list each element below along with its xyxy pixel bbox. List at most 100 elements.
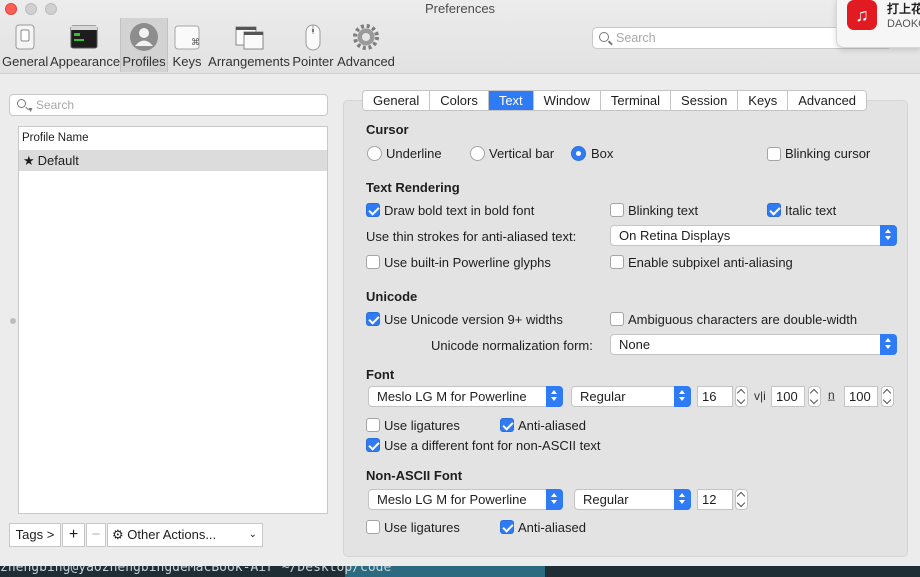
add-profile-button[interactable]: + xyxy=(62,523,85,547)
toolbar-pointer-label: Pointer xyxy=(292,54,334,69)
vertical-spacing-stepper[interactable] xyxy=(808,386,821,407)
general-switch-icon xyxy=(15,24,35,50)
box-radio[interactable] xyxy=(571,146,586,161)
toolbar-keys-label: Keys xyxy=(172,54,202,69)
profile-table: Profile Name ★ Default xyxy=(18,126,328,514)
draw-bold-checkbox[interactable] xyxy=(366,203,380,217)
default-star-icon: ★ xyxy=(23,153,35,168)
underline-radio[interactable] xyxy=(367,146,382,161)
remove-profile-button[interactable]: − xyxy=(86,523,106,547)
other-actions-label: Other Actions... xyxy=(127,527,217,542)
unicode-section-title: Unicode xyxy=(366,289,418,304)
notification-subtitle: DAOKO xyxy=(887,18,920,30)
tab-general[interactable]: General xyxy=(363,91,431,110)
advanced-gear-icon xyxy=(353,24,379,50)
toolbar-profiles[interactable]: Profiles xyxy=(120,18,168,72)
subpixel-aa-checkbox[interactable] xyxy=(610,255,624,269)
non-ascii-ligatures-label: Use ligatures xyxy=(384,520,460,535)
tab-session[interactable]: Session xyxy=(671,91,739,110)
toolbar-advanced-label: Advanced xyxy=(337,54,395,69)
other-actions-popup[interactable]: ⚙ Other Actions... ⌄ xyxy=(107,523,263,547)
blinking-text-label: Blinking text xyxy=(628,203,699,218)
thin-strokes-label: Use thin strokes for anti-aliased text: xyxy=(366,229,577,244)
font-style-popup[interactable]: Regular xyxy=(571,386,691,407)
font-size-stepper[interactable] xyxy=(735,386,748,407)
normalization-popup[interactable]: None xyxy=(610,334,897,355)
toolbar-pointer[interactable]: Pointer xyxy=(292,18,334,72)
profile-name-column-header[interactable]: Profile Name xyxy=(19,127,327,151)
font-size-field[interactable]: 16 xyxy=(697,386,733,407)
italic-text-checkbox[interactable] xyxy=(767,203,781,217)
non-ascii-font-family-value: Meslo LG M for Powerline xyxy=(377,492,527,507)
non-ascii-anti-aliased-label: Anti-aliased xyxy=(518,520,586,535)
italic-text-label: Italic text xyxy=(785,203,837,218)
split-view-divider-handle[interactable] xyxy=(10,318,16,324)
horizontal-spacing-icon: n̲ xyxy=(828,388,835,402)
appearance-terminal-icon xyxy=(70,25,98,49)
font-anti-aliased-checkbox[interactable] xyxy=(500,418,514,432)
unicode-v9-checkbox[interactable] xyxy=(366,312,380,326)
non-ascii-font-size-stepper[interactable] xyxy=(735,489,748,510)
font-family-popup[interactable]: Meslo LG M for Powerline xyxy=(368,386,563,407)
tab-window[interactable]: Window xyxy=(533,91,601,110)
non-ascii-anti-aliased-checkbox[interactable] xyxy=(500,520,514,534)
popup-arrows-icon xyxy=(880,334,897,355)
powerline-glyphs-checkbox[interactable] xyxy=(366,255,380,269)
font-ligatures-label: Use ligatures xyxy=(384,418,460,433)
vertical-spacing-icon: v|i xyxy=(754,389,766,403)
ambiguous-double-width-checkbox[interactable] xyxy=(610,312,624,326)
horizontal-spacing-stepper[interactable] xyxy=(881,386,894,407)
font-family-value: Meslo LG M for Powerline xyxy=(377,389,527,404)
popup-arrows-icon xyxy=(674,489,691,510)
search-icon xyxy=(17,99,26,108)
thin-strokes-value: On Retina Displays xyxy=(619,228,731,243)
tab-text[interactable]: Text xyxy=(488,91,534,110)
font-ligatures-checkbox[interactable] xyxy=(366,418,380,432)
font-section-title: Font xyxy=(366,367,395,382)
vertical-bar-radio-label: Vertical bar xyxy=(489,146,555,161)
toolbar-profiles-label: Profiles xyxy=(122,54,166,69)
toolbar-advanced[interactable]: Advanced xyxy=(336,18,396,72)
underline-radio-label: Underline xyxy=(386,146,442,161)
toolbar-general[interactable]: General xyxy=(2,18,48,72)
horizontal-spacing-field[interactable]: 100 xyxy=(844,386,878,407)
non-ascii-font-label: Use a different font for non-ASCII text xyxy=(384,438,601,453)
tab-terminal[interactable]: Terminal xyxy=(600,91,672,110)
vertical-spacing-field[interactable]: 100 xyxy=(771,386,805,407)
svg-text:⌘: ⌘ xyxy=(191,38,200,48)
notification-title: 打上花 xyxy=(887,2,920,16)
toolbar-keys[interactable]: ⌘ Keys xyxy=(170,18,204,72)
window-title: Preferences xyxy=(424,1,496,16)
non-ascii-font-style-value: Regular xyxy=(583,492,629,507)
arrangements-windows-icon xyxy=(235,26,264,50)
non-ascii-font-style-popup[interactable]: Regular xyxy=(574,489,691,510)
tags-button[interactable]: Tags > xyxy=(9,523,61,547)
non-ascii-font-size-field[interactable]: 12 xyxy=(697,489,733,510)
tab-colors[interactable]: Colors xyxy=(430,91,489,110)
unicode-v9-label: Use Unicode version 9+ widths xyxy=(384,312,563,327)
blinking-cursor-checkbox[interactable] xyxy=(767,147,781,161)
toolbar-general-label: General xyxy=(2,54,49,69)
non-ascii-font-section-title: Non-ASCII Font xyxy=(366,468,463,483)
vertical-bar-radio[interactable] xyxy=(470,146,485,161)
toolbar-arrangements[interactable]: Arrangements xyxy=(208,18,290,72)
tab-advanced[interactable]: Advanced xyxy=(788,91,867,110)
font-style-value: Regular xyxy=(580,389,626,404)
thin-strokes-popup[interactable]: On Retina Displays xyxy=(610,225,897,246)
table-row[interactable]: ★ Default xyxy=(19,151,327,171)
popup-arrows-icon xyxy=(880,225,897,246)
non-ascii-font-family-popup[interactable]: Meslo LG M for Powerline xyxy=(368,489,563,510)
popup-arrows-icon xyxy=(546,386,563,407)
toolbar-appearance[interactable]: Appearance xyxy=(50,18,120,72)
normalization-label: Unicode normalization form: xyxy=(431,338,593,353)
blinking-text-checkbox[interactable] xyxy=(610,203,624,217)
tab-keys[interactable]: Keys xyxy=(738,91,789,110)
non-ascii-font-checkbox[interactable] xyxy=(366,438,380,452)
ambiguous-double-width-label: Ambiguous characters are double-width xyxy=(628,312,858,327)
powerline-glyphs-label: Use built-in Powerline glyphs xyxy=(384,255,551,270)
non-ascii-ligatures-checkbox[interactable] xyxy=(366,520,380,534)
profile-tabs: General Colors Text Window Terminal Sess… xyxy=(362,90,868,111)
profile-search-input[interactable]: ▼ Search xyxy=(9,94,328,116)
notification-banner[interactable]: ♫ 打上花 DAOKO xyxy=(836,0,920,48)
box-radio-label: Box xyxy=(591,146,614,161)
